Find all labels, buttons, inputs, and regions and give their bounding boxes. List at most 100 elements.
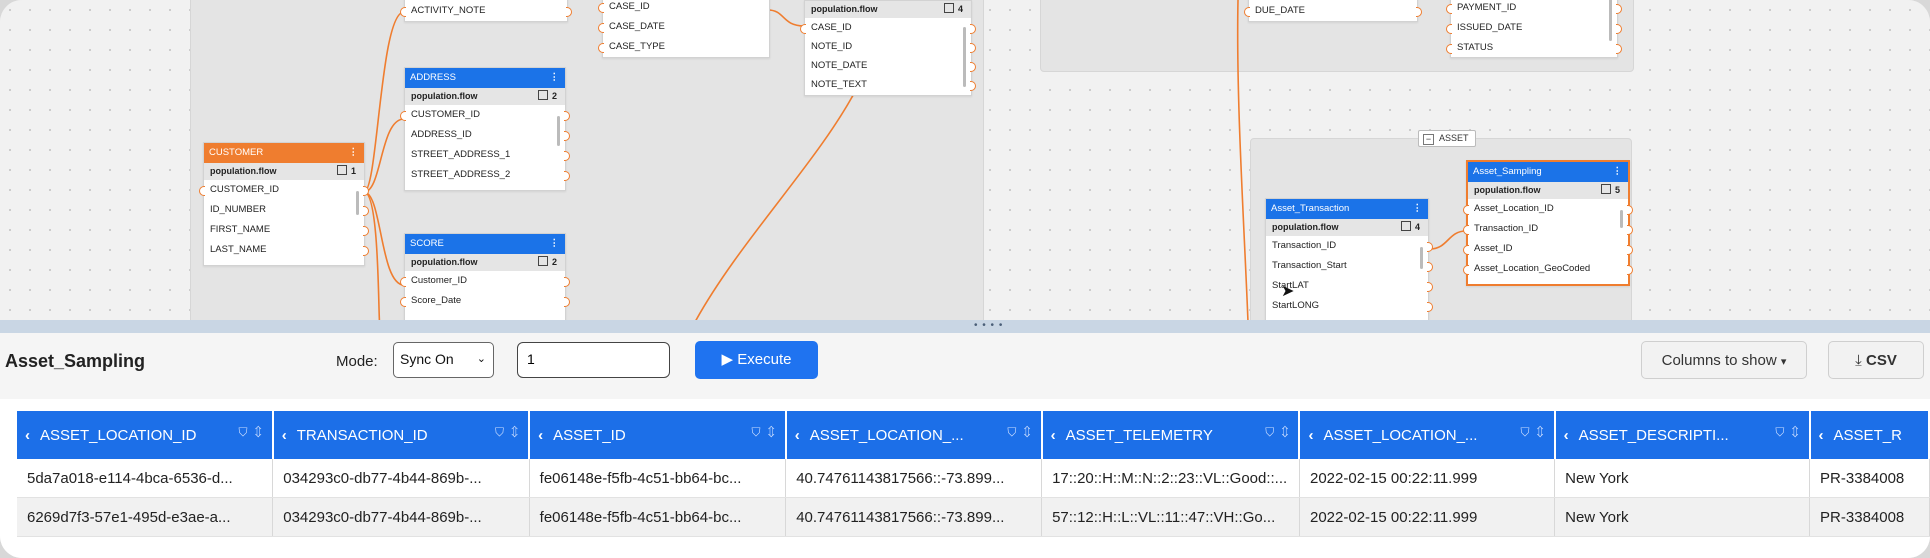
scrollbar[interactable] bbox=[1620, 210, 1623, 228]
node-field[interactable]: Asset_Location_ID bbox=[1463, 199, 1633, 219]
scrollbar[interactable] bbox=[356, 191, 359, 215]
node-score[interactable]: SCORE ⋮ population.flow 2 Customer_ID Scor… bbox=[400, 233, 570, 320]
node-title[interactable]: CUSTOMER ⋮ bbox=[204, 143, 364, 163]
table-cell[interactable]: 2022-02-15 00:22:11.999 bbox=[1299, 459, 1556, 498]
node-field[interactable]: Transaction_ID bbox=[1463, 219, 1633, 239]
node-field[interactable]: Transaction_ID bbox=[1266, 236, 1433, 256]
chevron-left-icon[interactable]: ‹ bbox=[1564, 427, 1569, 444]
csv-export-button[interactable]: ⤓ CSV bbox=[1828, 341, 1924, 379]
table-cell[interactable]: 57::12::H::L::VL::11::47::VH::Go... bbox=[1041, 497, 1300, 537]
panel-splitter[interactable]: • • • • bbox=[0, 320, 1930, 333]
table-row[interactable]: 6269d7f3-57e1-495d-e3ae-a... 034293c0-db7… bbox=[17, 497, 1930, 537]
node-field[interactable]: CUSTOMER_ID bbox=[400, 105, 570, 125]
node-field[interactable]: CUSTOMER_ID bbox=[199, 180, 369, 200]
node-field[interactable]: Transaction_Start bbox=[1266, 256, 1433, 276]
filter-sort-icon[interactable]: ⛉ ⇕ bbox=[495, 425, 520, 440]
node-field[interactable]: STREET_ADDRESS_1 bbox=[405, 145, 570, 165]
node-payment[interactable]: PAYMENT_ID ISSUED_DATE STATUS bbox=[1446, 0, 1622, 58]
node-field[interactable]: CASE_DATE bbox=[598, 17, 769, 37]
node-menu-icon[interactable]: ⋮ bbox=[349, 143, 359, 163]
checkbox-icon[interactable] bbox=[537, 90, 548, 100]
table-cell[interactable]: New York bbox=[1554, 459, 1811, 498]
checkbox-icon[interactable] bbox=[537, 256, 548, 266]
table-cell[interactable]: 034293c0-db77-4b44-869b-... bbox=[272, 459, 530, 498]
node-field[interactable]: NOTE_DATE bbox=[805, 56, 976, 75]
table-cell[interactable]: PR-3384008 bbox=[1809, 497, 1930, 537]
table-cell[interactable]: 40.74761143817566::-73.899... bbox=[785, 497, 1043, 537]
node-field[interactable]: CASE_ID bbox=[598, 0, 769, 17]
node-customer[interactable]: CUSTOMER ⋮ population.flow 1 CUSTOMER_ID I… bbox=[199, 142, 369, 266]
checkbox-icon[interactable] bbox=[336, 165, 347, 175]
filter-sort-icon[interactable]: ⛉ ⇕ bbox=[1775, 425, 1800, 440]
node-field[interactable]: Score_Date bbox=[400, 291, 570, 311]
node-field[interactable]: PAYMENT_ID bbox=[1446, 0, 1622, 18]
node-menu-icon[interactable]: ⋮ bbox=[550, 234, 560, 254]
table-cell[interactable]: 17::20::H::M::N::2::23::VL::Good::... bbox=[1041, 459, 1300, 498]
column-header[interactable]: ‹ TRANSACTION_ID ⛉ ⇕ bbox=[272, 411, 531, 459]
chevron-left-icon[interactable]: ‹ bbox=[25, 427, 30, 444]
chevron-left-icon[interactable]: ‹ bbox=[282, 427, 287, 444]
node-menu-icon[interactable]: ⋮ bbox=[550, 68, 560, 88]
drag-handle-icon[interactable]: • • • • bbox=[974, 321, 1003, 331]
node-field[interactable]: NOTE_ID bbox=[805, 37, 976, 56]
checkbox-icon[interactable] bbox=[1600, 184, 1611, 194]
table-cell[interactable]: fe06148e-f5fb-4c51-bb64-bc... bbox=[529, 497, 787, 537]
flow-canvas[interactable]: − ASSET ACTIVITY_NOTE CASE_ID CASE_DATE C… bbox=[0, 0, 1930, 320]
results-grid[interactable]: ‹ ASSET_LOCATION_ID ⛉ ⇕ ‹ TRANSACTION_ID ⛉ ⇕ ‹… bbox=[0, 399, 1930, 558]
columns-to-show-button[interactable]: Columns to show ▾ bbox=[1641, 341, 1807, 379]
node-field[interactable]: STATUS bbox=[1446, 38, 1622, 58]
node-field[interactable]: ID_NUMBER bbox=[204, 200, 369, 220]
scrollbar[interactable] bbox=[1420, 247, 1423, 269]
checkbox-icon[interactable] bbox=[943, 3, 954, 13]
node-address[interactable]: ADDRESS ⋮ population.flow 2 CUSTOMER_ID AD… bbox=[400, 67, 570, 191]
column-header[interactable]: ‹ ASSET_ID ⛉ ⇕ bbox=[529, 411, 787, 459]
node-field[interactable]: STREET_ADDRESS_2 bbox=[405, 165, 570, 185]
node-field[interactable]: ACTIVITY_NOTE bbox=[400, 1, 572, 21]
scrollbar[interactable] bbox=[1609, 0, 1612, 41]
node-activity[interactable]: ACTIVITY_NOTE bbox=[400, 0, 572, 22]
column-header[interactable]: ‹ ASSET_LOCATION_ID ⛉ ⇕ bbox=[17, 411, 274, 459]
node-field[interactable]: FIRST_NAME bbox=[204, 220, 369, 240]
filter-sort-icon[interactable]: ⛉ ⇕ bbox=[1265, 425, 1290, 440]
table-cell[interactable]: fe06148e-f5fb-4c51-bb64-bc... bbox=[529, 459, 787, 498]
node-field[interactable]: CASE_TYPE bbox=[598, 37, 769, 57]
node-note[interactable]: population.flow 4 CASE_ID NOTE_ID NOTE_DA… bbox=[800, 0, 976, 96]
node-asset-transaction[interactable]: Asset_Transaction ⋮ population.flow 4 Tran… bbox=[1265, 198, 1433, 320]
column-header[interactable]: ‹ ASSET_LOCATION_... ⛉ ⇕ bbox=[1299, 411, 1556, 459]
step-input[interactable]: 1 bbox=[517, 342, 670, 378]
table-cell[interactable]: 5da7a018-e114-4bca-6536-d... bbox=[17, 459, 274, 498]
filter-sort-icon[interactable]: ⛉ ⇕ bbox=[239, 425, 264, 440]
chevron-left-icon[interactable]: ‹ bbox=[538, 427, 543, 444]
table-cell[interactable]: 6269d7f3-57e1-495d-e3ae-a... bbox=[17, 497, 274, 537]
chevron-left-icon[interactable]: ‹ bbox=[1051, 427, 1056, 444]
node-title[interactable]: Asset_Transaction ⋮ bbox=[1266, 199, 1428, 219]
table-cell[interactable]: 2022-02-15 00:22:11.999 bbox=[1299, 497, 1556, 537]
scrollbar[interactable] bbox=[963, 27, 966, 87]
node-case[interactable]: CASE_ID CASE_DATE CASE_TYPE bbox=[598, 0, 770, 58]
chevron-left-icon[interactable]: ‹ bbox=[1819, 427, 1824, 444]
scrollbar[interactable] bbox=[557, 116, 560, 146]
filter-sort-icon[interactable]: ⛉ ⇕ bbox=[1007, 425, 1032, 440]
node-field[interactable]: ADDRESS_ID bbox=[405, 125, 570, 145]
node-menu-icon[interactable]: ⋮ bbox=[1613, 162, 1623, 182]
table-cell[interactable]: PR-3384008 bbox=[1809, 459, 1930, 498]
node-field[interactable]: Asset_Location_GeoCoded bbox=[1463, 259, 1633, 279]
column-header[interactable]: ‹ ASSET_LOCATION_... ⛉ ⇕ bbox=[785, 411, 1043, 459]
filter-sort-icon[interactable]: ⛉ ⇕ bbox=[752, 425, 777, 440]
column-header[interactable]: ‹ ASSET_DESCRIPTI... ⛉ ⇕ bbox=[1554, 411, 1811, 459]
node-menu-icon[interactable]: ⋮ bbox=[1413, 199, 1423, 219]
node-field[interactable]: DUE_DATE bbox=[1244, 1, 1422, 21]
chevron-left-icon[interactable]: ‹ bbox=[795, 427, 800, 444]
node-title[interactable]: ADDRESS ⋮ bbox=[405, 68, 565, 88]
node-field[interactable]: Asset_ID bbox=[1463, 239, 1633, 259]
table-row[interactable]: 5da7a018-e114-4bca-6536-d... 034293c0-db7… bbox=[17, 459, 1930, 498]
node-title[interactable]: Asset_Sampling ⋮ bbox=[1468, 162, 1628, 182]
node-field[interactable]: ISSUED_DATE bbox=[1446, 18, 1622, 38]
table-cell[interactable]: New York bbox=[1554, 497, 1811, 537]
node-asset-sampling[interactable]: Asset_Sampling ⋮ population.flow 5 Asset_L… bbox=[1463, 160, 1633, 286]
table-cell[interactable]: 40.74761143817566::-73.899... bbox=[785, 459, 1043, 498]
table-cell[interactable]: 034293c0-db77-4b44-869b-... bbox=[272, 497, 530, 537]
node-field[interactable]: LAST_NAME bbox=[204, 240, 369, 260]
chevron-left-icon[interactable]: ‹ bbox=[1308, 427, 1313, 444]
mode-select[interactable]: Sync On ⌄ bbox=[393, 342, 494, 378]
